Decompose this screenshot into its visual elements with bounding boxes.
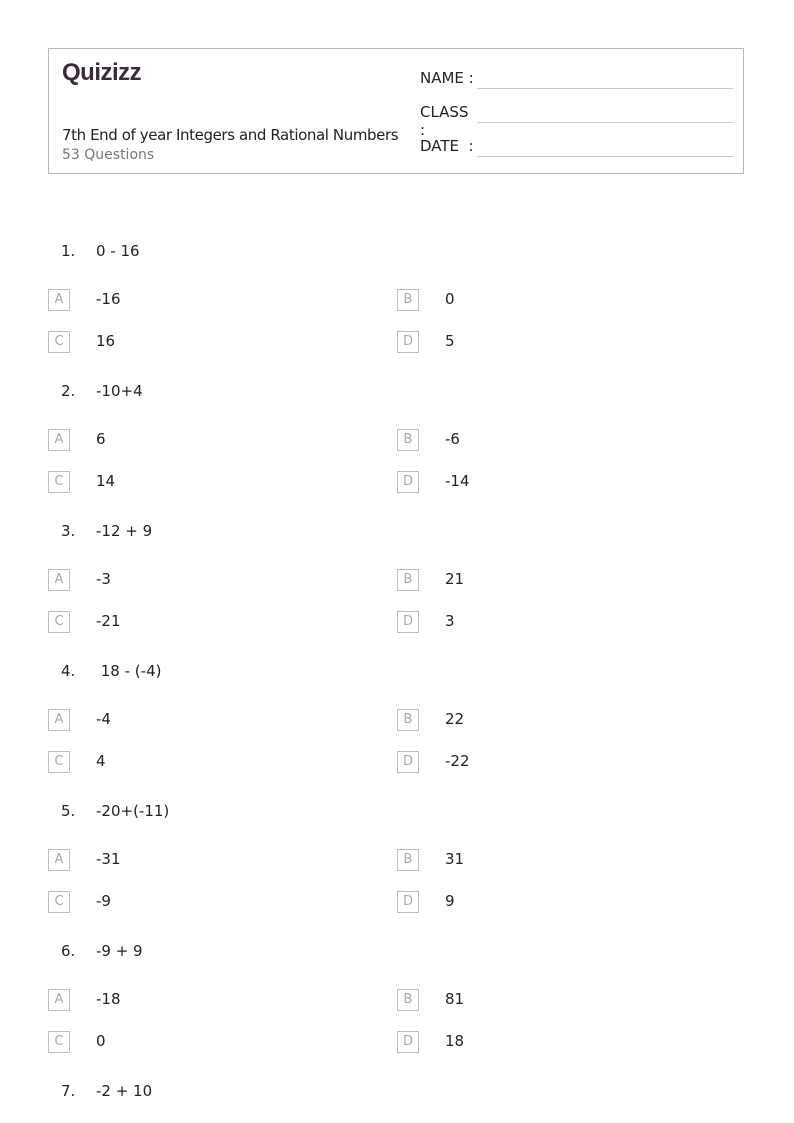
- option-letter-box: C: [48, 471, 70, 493]
- name-label: NAME :: [420, 69, 474, 87]
- option-value: 0: [445, 290, 455, 308]
- option-letter-box: B: [397, 569, 419, 591]
- option-letter-box: B: [397, 709, 419, 731]
- option-letter-box: C: [48, 891, 70, 913]
- question: 5. -20+(-11): [61, 802, 169, 820]
- option-value: -3: [96, 570, 111, 588]
- option-letter-box: A: [48, 989, 70, 1011]
- option-value: 81: [445, 990, 465, 1008]
- question-text: 0 - 16: [96, 242, 140, 260]
- question-number: 4.: [61, 662, 76, 680]
- quizizz-logo: Quizizz: [62, 59, 142, 86]
- question: 7. -2 + 10: [61, 1082, 152, 1100]
- option-value: 21: [445, 570, 465, 588]
- option-letter-box: A: [48, 569, 70, 591]
- option-letter-box: D: [397, 471, 419, 493]
- option-letter-box: D: [397, 751, 419, 773]
- option-value: 0: [96, 1032, 106, 1050]
- option-value: 18: [445, 1032, 465, 1050]
- option-value: 22: [445, 710, 465, 728]
- question: 6. -9 + 9: [61, 942, 143, 960]
- question-number: 5.: [61, 802, 76, 820]
- date-line: [477, 156, 733, 157]
- option-value: 6: [96, 430, 106, 448]
- option-letter-box: B: [397, 849, 419, 871]
- class-label: CLASS :: [420, 103, 469, 139]
- option-letter-box: A: [48, 429, 70, 451]
- option-value: -18: [96, 990, 121, 1008]
- question-text: -10+4: [96, 382, 143, 400]
- option-letter-box: B: [397, 989, 419, 1011]
- option-letter-box: B: [397, 429, 419, 451]
- option-letter-box: A: [48, 289, 70, 311]
- question-number: 7.: [61, 1082, 76, 1100]
- date-field: DATE :: [420, 137, 733, 157]
- option-value: 3: [445, 612, 455, 630]
- option-letter-box: D: [397, 1031, 419, 1053]
- option-value: -31: [96, 850, 121, 868]
- option-letter-box: C: [48, 751, 70, 773]
- class-field: CLASS :: [420, 103, 733, 139]
- option-letter-box: D: [397, 891, 419, 913]
- option-letter-box: A: [48, 709, 70, 731]
- option-value: -14: [445, 472, 470, 490]
- worksheet-title: 7th End of year Integers and Rational Nu…: [62, 126, 399, 144]
- option-letter-box: D: [397, 331, 419, 353]
- option-value: 14: [96, 472, 116, 490]
- option-letter-box: B: [397, 289, 419, 311]
- option-value: -4: [96, 710, 111, 728]
- option-value: -6: [445, 430, 460, 448]
- question-text: -9 + 9: [96, 942, 143, 960]
- question-text: -20+(-11): [96, 802, 170, 820]
- question-number: 2.: [61, 382, 76, 400]
- question: 2. -10+4: [61, 382, 143, 400]
- question-text: 18 - (-4): [96, 662, 162, 680]
- option-letter-box: D: [397, 611, 419, 633]
- name-line: [477, 88, 733, 89]
- question: 3. -12 + 9: [61, 522, 152, 540]
- option-value: -21: [96, 612, 121, 630]
- option-letter-box: C: [48, 331, 70, 353]
- option-value: 31: [445, 850, 465, 868]
- question-text: -12 + 9: [96, 522, 153, 540]
- question-text: -2 + 10: [96, 1082, 153, 1100]
- question-count: 53 Questions: [62, 147, 155, 163]
- question: 4. 18 - (-4): [61, 662, 161, 680]
- option-letter-box: A: [48, 849, 70, 871]
- option-value: -22: [445, 752, 470, 770]
- option-letter-box: C: [48, 611, 70, 633]
- question-number: 3.: [61, 522, 76, 540]
- option-value: 9: [445, 892, 455, 910]
- option-letter-box: C: [48, 1031, 70, 1053]
- option-value: 16: [96, 332, 116, 350]
- option-value: -9: [96, 892, 111, 910]
- option-value: 4: [96, 752, 106, 770]
- option-value: 5: [445, 332, 455, 350]
- question-number: 1.: [61, 242, 76, 260]
- date-label: DATE :: [420, 137, 474, 155]
- question: 1. 0 - 16: [61, 242, 140, 260]
- name-field: NAME :: [420, 69, 733, 89]
- option-value: -16: [96, 290, 121, 308]
- worksheet-header: Quizizz 7th End of year Integers and Rat…: [48, 48, 744, 174]
- question-number: 6.: [61, 942, 76, 960]
- class-line: [477, 122, 733, 123]
